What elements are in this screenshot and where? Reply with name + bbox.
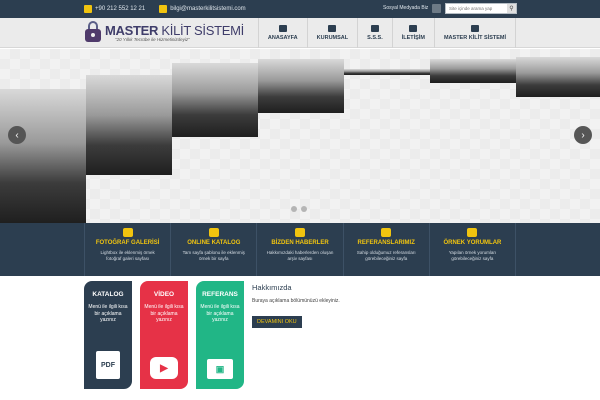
phone-icon	[84, 5, 92, 13]
card-referans[interactable]: REFERANS Menü ile ilgili kısa bir açıkla…	[196, 281, 244, 389]
slide-strip	[344, 49, 430, 223]
chevron-right-icon: ›	[581, 129, 585, 141]
home-icon	[278, 25, 287, 32]
envelope-icon	[409, 25, 418, 32]
nav-item-master[interactable]: MASTER KİLİT SİSTEMİ	[433, 18, 516, 48]
camera-icon	[122, 228, 133, 237]
pdf-icon	[208, 228, 219, 237]
email-contact[interactable]: bilgi@masterkilitsistemi.com	[159, 5, 246, 13]
top-bar: +90 212 552 12 21 bilgi@masterkilitsiste…	[0, 0, 600, 18]
phone-number: +90 212 552 12 21	[95, 6, 146, 12]
slide-strip	[430, 49, 516, 223]
quick-link-cards: KATALOG Menü ile ilgili kısa bir açıklam…	[84, 281, 252, 389]
feature-foto-galeri[interactable]: FOTOĞRAF GALERİSİ Lightbox ile eklenmiş …	[84, 223, 170, 276]
email-address: bilgi@masterkilitsistemi.com	[170, 6, 246, 12]
slider-dots	[291, 206, 311, 212]
search-box: ⚲	[445, 3, 517, 14]
logo[interactable]: MASTER KİLİT SİSTEMİ "20 Yıllık Tecrübe …	[84, 21, 244, 43]
search-button[interactable]: ⚲	[507, 4, 516, 13]
about-section: Hakkımızda Buraya açıklama bölümünüzü ek…	[252, 283, 340, 328]
nav-item-iletisim[interactable]: İLETİŞİM	[391, 18, 434, 48]
hero-slider[interactable]: ‹ ›	[0, 49, 600, 223]
slider-prev-button[interactable]: ‹	[8, 126, 26, 144]
slider-next-button[interactable]: ›	[574, 126, 592, 144]
feature-referanslar[interactable]: REFERANSLARIMIZ Sahip olduğumuz referans…	[342, 223, 429, 276]
slider-dot[interactable]	[291, 206, 297, 212]
feature-haberler[interactable]: BİZDEN HABERLER Hakkımızdaki haberlerden…	[256, 223, 342, 276]
globe-icon	[295, 228, 305, 237]
nav-item-anasayfa[interactable]: ANASAYFA	[257, 18, 307, 48]
slider-dot[interactable]	[301, 206, 307, 212]
phone-contact[interactable]: +90 212 552 12 21	[84, 5, 145, 13]
nav-item-kurumsal[interactable]: KURUMSAL	[306, 18, 357, 48]
envelope-icon	[159, 5, 168, 13]
pdf-icon: PDF	[96, 351, 120, 379]
padlock-icon	[84, 21, 102, 43]
feature-yorumlar[interactable]: ÖRNEK YORUMLAR Yapılan örnek yorumları g…	[428, 223, 517, 276]
slide-strip	[86, 49, 172, 223]
slide-strip	[172, 49, 258, 223]
features-band: FOTOĞRAF GALERİSİ Lightbox ile eklenmiş …	[0, 223, 600, 276]
header: MASTER KİLİT SİSTEMİ "20 Yıllık Tecrübe …	[0, 18, 600, 48]
question-icon	[370, 25, 379, 32]
feature-online-katalog[interactable]: ONLINE KATALOG Tam sayfa şablonu ile ekl…	[170, 223, 256, 276]
rss-icon[interactable]	[432, 4, 441, 13]
social-label: Sosyal Medyada Biz	[383, 5, 429, 11]
read-more-button[interactable]: DEVAMINI OKU	[252, 316, 302, 328]
nav-item-sss[interactable]: S.S.S.	[357, 18, 392, 48]
chevron-right-icon	[470, 25, 479, 32]
main-nav: ANASAYFA KURUMSAL S.S.S. İLETİŞİM MASTER…	[257, 18, 516, 48]
card-video[interactable]: VİDEO Menü ile ilgili kısa bir açıklama …	[140, 281, 188, 389]
play-icon: ▶	[150, 357, 178, 379]
users-icon	[328, 25, 337, 32]
comments-icon	[467, 228, 478, 237]
handshake-icon	[381, 228, 392, 237]
chevron-left-icon: ‹	[15, 129, 19, 141]
about-title: Hakkımızda	[252, 283, 292, 292]
about-text: Buraya açıklama bölümünüzü ekleyiniz.	[252, 298, 340, 304]
briefcase-icon: ▣	[207, 359, 233, 379]
search-input[interactable]	[446, 6, 507, 11]
slide-strip	[258, 49, 344, 223]
card-katalog[interactable]: KATALOG Menü ile ilgili kısa bir açıklam…	[84, 281, 132, 389]
logo-name: MASTER KİLİT SİSTEMİ	[105, 22, 244, 38]
magnifier-icon: ⚲	[509, 6, 514, 12]
